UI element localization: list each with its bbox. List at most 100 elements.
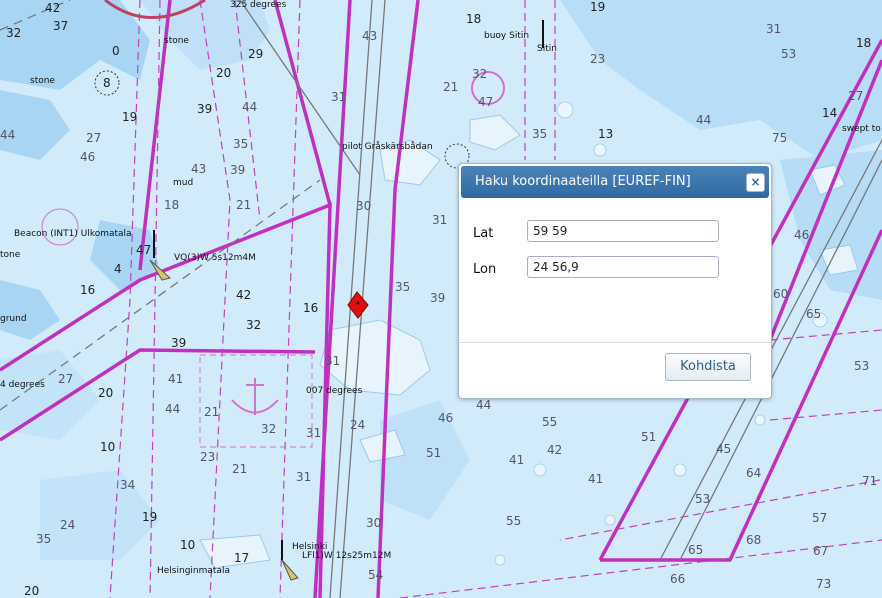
depth-sounding: 32 (246, 318, 262, 332)
depth-sounding: 32 (472, 67, 488, 81)
depth-sounding: 55 (542, 415, 558, 429)
depth-sounding: 31 (306, 426, 322, 440)
depth-sounding: 44 (242, 100, 258, 114)
depth-sounding: 30 (356, 199, 372, 213)
stone-label: stone (164, 36, 189, 46)
depth-sounding: 35 (395, 280, 411, 294)
depth-sounding: 30 (366, 516, 382, 530)
depth-sounding: 27 (86, 131, 102, 145)
stone-label: tone (0, 250, 21, 260)
stone-label: stone (30, 76, 55, 86)
depth-sounding: 41 (168, 372, 184, 386)
depth-sounding: 75 (772, 131, 788, 145)
depth-sounding: 34 (120, 478, 136, 492)
depth-sounding: 57 (812, 511, 828, 525)
depth-sounding: 64 (746, 466, 762, 480)
depth-sounding: 68 (746, 533, 762, 547)
depth-sounding: 73 (816, 577, 832, 591)
depth-sounding: 32 (6, 26, 22, 40)
depth-sounding: 53 (781, 47, 797, 61)
swept-label: swept to (842, 124, 881, 134)
depth-sounding: 39 (197, 102, 213, 116)
depth-sounding: 44 (0, 128, 16, 142)
depth-sounding: 20 (98, 386, 114, 400)
lat-label: Lat (473, 226, 494, 241)
depth-sounding: 60 (773, 287, 789, 301)
light-label: VQ(3)W 5s12m4M (174, 253, 256, 263)
depth-sounding: 14 (822, 106, 838, 120)
depth-sounding: 53 (854, 359, 870, 373)
depth-sounding: 46 (80, 150, 96, 164)
depth-sounding: 4 (114, 262, 122, 276)
depth-sounding: 35 (36, 532, 52, 546)
depth-sounding: 45 (716, 442, 732, 456)
pilot-label: pilot Gråskärsbådan (342, 142, 433, 152)
depth-sounding: 31 (432, 213, 448, 227)
light-label: LFl1)W 12s25m12M (302, 551, 392, 561)
depth-sounding: 20 (216, 66, 232, 80)
buoy-label: buoy Sitin (484, 31, 530, 41)
depth-sounding: 44 (476, 398, 492, 412)
depth-sounding: 31 (296, 470, 312, 484)
place-label: grund (0, 314, 27, 324)
seabed-label: mud (173, 178, 194, 188)
depth-sounding: 10 (180, 538, 196, 552)
depth-sounding: 44 (165, 402, 181, 416)
lon-label: Lon (473, 262, 497, 277)
coordinate-search-dialog: Haku koordinaateilla [EUREF-FIN] × Lat L… (458, 163, 772, 399)
depth-sounding: 23 (590, 52, 606, 66)
depth-sounding: 0 (112, 44, 120, 58)
depth-sounding: 47 (478, 95, 494, 109)
depth-sounding: 67 (813, 544, 829, 558)
depth-sounding: 18 (856, 36, 872, 50)
depth-sounding: 27 (848, 89, 864, 103)
buoy-label: Sitin (537, 44, 557, 54)
depth-sounding: 17 (234, 551, 250, 565)
depth-sounding: 44 (696, 113, 712, 127)
depth-sounding: 43 (191, 162, 207, 176)
depth-sounding: 39 (171, 336, 187, 350)
beacon-label: Beacon (INT1) Ulkomatala (14, 229, 132, 239)
close-icon: × (750, 175, 761, 189)
depth-sounding: 19 (122, 110, 138, 124)
depth-sounding: 42 (547, 443, 563, 457)
depth-sounding: 46 (438, 411, 454, 425)
lat-input[interactable] (527, 220, 719, 242)
depth-sounding: 18 (164, 198, 180, 212)
dialog-title: Haku koordinaateilla [EUREF-FIN] (475, 174, 691, 189)
depth-sounding: 21 (204, 405, 220, 419)
locate-button[interactable]: Kohdista (665, 353, 751, 381)
depth-sounding: 32 (261, 422, 277, 436)
depth-sounding: 35 (233, 137, 249, 151)
depth-sounding: 46 (794, 228, 810, 242)
depth-sounding: 31 (325, 354, 341, 368)
depth-sounding: 54 (368, 568, 384, 582)
place-label: Helsinginmatala (157, 566, 230, 576)
depth-sounding: 19 (142, 510, 158, 524)
depth-sounding: 53 (695, 492, 711, 506)
bearing-label: 007 degrees (306, 386, 363, 396)
depth-sounding: 29 (248, 47, 264, 61)
depth-sounding: 65 (688, 543, 704, 557)
depth-sounding: 42 (236, 288, 252, 302)
depth-sounding: 20 (24, 584, 40, 598)
depth-sounding: 24 (60, 518, 76, 532)
depth-sounding: 42 (45, 1, 61, 15)
depth-sounding: 31 (331, 90, 347, 104)
depth-sounding: 19 (590, 0, 606, 14)
depth-sounding: 21 (443, 80, 459, 94)
depth-sounding: 71 (862, 474, 878, 488)
close-button[interactable]: × (746, 173, 765, 192)
depth-sounding: 65 (806, 307, 822, 321)
depth-sounding: 10 (100, 440, 116, 454)
depth-sounding: 16 (80, 283, 96, 297)
depth-sounding: 66 (670, 572, 686, 586)
bearing-label: 4 degrees (0, 380, 45, 390)
depth-sounding: 16 (303, 301, 319, 315)
depth-sounding: 8 (103, 76, 111, 90)
depth-sounding: 37 (53, 19, 69, 33)
depth-sounding: 51 (641, 430, 657, 444)
dialog-titlebar[interactable]: Haku koordinaateilla [EUREF-FIN] × (461, 166, 769, 198)
lon-input[interactable] (527, 256, 719, 278)
dialog-divider (459, 342, 771, 343)
